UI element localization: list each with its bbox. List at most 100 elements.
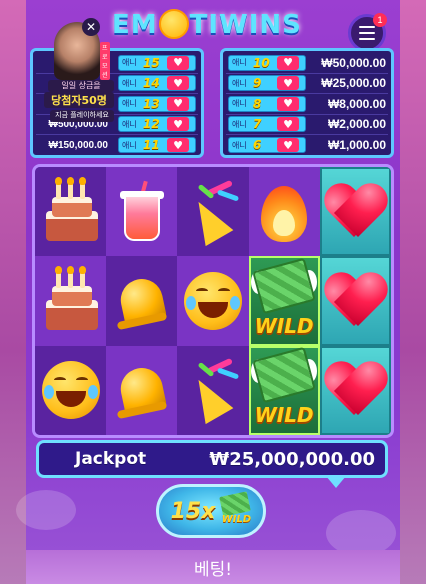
paytable-count: 6: [253, 138, 262, 153]
bell-icon: [115, 271, 169, 331]
reel-cell: [177, 167, 249, 257]
heart-icon: ♥: [167, 117, 189, 132]
paytable-count: 7: [253, 117, 262, 132]
multiplier-wild-label: WILD: [221, 514, 252, 525]
reel-area: WILD WILD: [32, 164, 394, 438]
bet-label: 베팅!: [193, 559, 233, 580]
paytable-tag: 애니: [122, 140, 137, 150]
laughing-emoji-icon: [41, 361, 100, 420]
bell-icon: [115, 360, 169, 420]
reel-cell: [177, 256, 249, 346]
heart-icon: ♥: [277, 117, 299, 132]
promo-badge: 프로모션: [100, 42, 110, 80]
decorative-cloud: [16, 490, 76, 530]
cake-icon: [42, 176, 100, 243]
paytable-row: 애니 9 ♥ ₩25,000.00: [226, 74, 388, 94]
heart-icon: ♥: [277, 138, 299, 153]
paytable-tag: 애니: [122, 99, 137, 109]
close-icon[interactable]: ✕: [82, 18, 100, 36]
paytable-tag: 애니: [232, 58, 247, 68]
promo-line-2: 당첨자50명: [44, 92, 114, 108]
paytable-tag: 애니: [122, 58, 137, 68]
heart-icon: ♥: [277, 55, 299, 70]
paytable-label: 애니 6 ♥: [228, 137, 306, 154]
reel-cell: [106, 256, 178, 346]
paytable-row: 애니 7 ♥ ₩2,000.00: [226, 115, 388, 135]
heart-icon: ♥: [277, 96, 299, 111]
heart-icon: [324, 361, 386, 419]
reel-cell: WILD: [248, 256, 320, 346]
reel-cell: [319, 167, 391, 257]
money-icon: [219, 491, 252, 517]
reel-cell: [35, 167, 107, 257]
paytable-amount: ₩8,000.00: [327, 96, 386, 111]
jackpot-bubble-tail: [326, 476, 346, 488]
wild-label: WILD: [254, 313, 314, 338]
heart-icon: ♥: [277, 76, 299, 91]
paytable-right-column: 애니 10 ♥ ₩50,000.00 애니 9 ♥ ₩25,000.00 애니 8 ♥ ₩8,000.…: [220, 48, 394, 158]
reel-cell: [248, 167, 320, 257]
heart-icon: ♥: [167, 138, 189, 153]
game-stage: EM TIWINS 1 애니 15 ♥ 애니 14 ♥ 애니 13 ♥ ₩500,000.00 애니 1…: [16, 0, 400, 584]
reel-cell: [106, 167, 178, 257]
paytable-tag: 애니: [232, 99, 247, 109]
paytable-label: 애니 15 ♥: [118, 54, 196, 71]
bet-bar[interactable]: 베팅!: [26, 550, 400, 584]
paytable-row: 애니 10 ♥ ₩50,000.00: [226, 53, 388, 74]
paytable-label: 애니 13 ♥: [118, 95, 196, 112]
paytable-count: 13: [143, 96, 160, 111]
heart-icon: ♥: [167, 76, 189, 91]
party-popper-icon: [183, 179, 243, 246]
menu-button[interactable]: 1: [348, 13, 387, 52]
paytable-amount: ₩25,000.00: [321, 76, 386, 91]
heart-icon: [324, 183, 386, 241]
promo-line-3: 지금 플레이하세요: [50, 110, 114, 122]
paytable-count: 10: [253, 55, 270, 70]
hamburger-icon-line: [359, 26, 375, 28]
notification-badge: 1: [373, 13, 387, 27]
paytable-label: 애니 9 ♥: [228, 75, 306, 92]
reel-cell: [319, 345, 391, 435]
reel-cell: [106, 345, 178, 435]
laughing-emoji-icon: [183, 271, 242, 330]
paytable-label: 애니 10 ♥: [228, 54, 306, 71]
paytable-row: ₩150,000.00 애니 11 ♥: [36, 135, 198, 156]
heart-icon: ♥: [167, 55, 189, 70]
paytable-amount: ₩50,000.00: [321, 55, 386, 70]
paytable-tag: 애니: [232, 78, 247, 88]
multiplier-badge: 15x WILD: [156, 484, 266, 538]
heart-icon: [324, 272, 386, 330]
jackpot-value: ₩25,000,000.00: [209, 448, 375, 470]
paytable-label: 애니 7 ♥: [228, 116, 306, 133]
game-logo: EM TIWINS: [112, 8, 322, 50]
wild-icon: WILD: [251, 346, 318, 431]
paytable-count: 8: [253, 96, 262, 111]
wild-label: WILD: [254, 403, 314, 428]
drink-icon: [119, 180, 164, 243]
heart-icon: ♥: [167, 96, 189, 111]
logo-text-left: EM: [112, 10, 158, 40]
paytable-amount: ₩2,000.00: [327, 117, 386, 132]
paytable-count: 12: [143, 117, 160, 132]
fire-icon: [261, 182, 308, 242]
wild-icon: WILD: [251, 257, 318, 342]
paytable-label: 애니 12 ♥: [118, 116, 196, 133]
promo-line-1: 일일 상금을: [48, 80, 114, 92]
wild-icon: WILD: [219, 491, 252, 528]
paytable-amount: ₩150,000.00: [48, 139, 109, 151]
paytable-label: 애니 14 ♥: [118, 75, 196, 92]
party-popper-icon: [183, 358, 243, 425]
jackpot-label: Jackpot: [75, 449, 147, 469]
paytable-label: 애니 8 ♥: [228, 95, 306, 112]
reel-cell: [177, 345, 249, 435]
promo-widget[interactable]: ✕ 프로모션 일일 상금을 당첨자50명 지금 플레이하세요: [34, 18, 114, 122]
paytable-amount: ₩1,000.00: [327, 138, 386, 153]
paytable-tag: 애니: [122, 78, 137, 88]
hamburger-icon-line: [359, 38, 375, 40]
paytable-tag: 애니: [232, 140, 247, 150]
paytable-tag: 애니: [122, 119, 137, 129]
paytable-count: 11: [143, 138, 160, 153]
reel-cell: WILD: [248, 345, 320, 435]
multiplier-value: 15x: [170, 498, 216, 524]
paytable-label: 애니 11 ♥: [118, 137, 196, 154]
